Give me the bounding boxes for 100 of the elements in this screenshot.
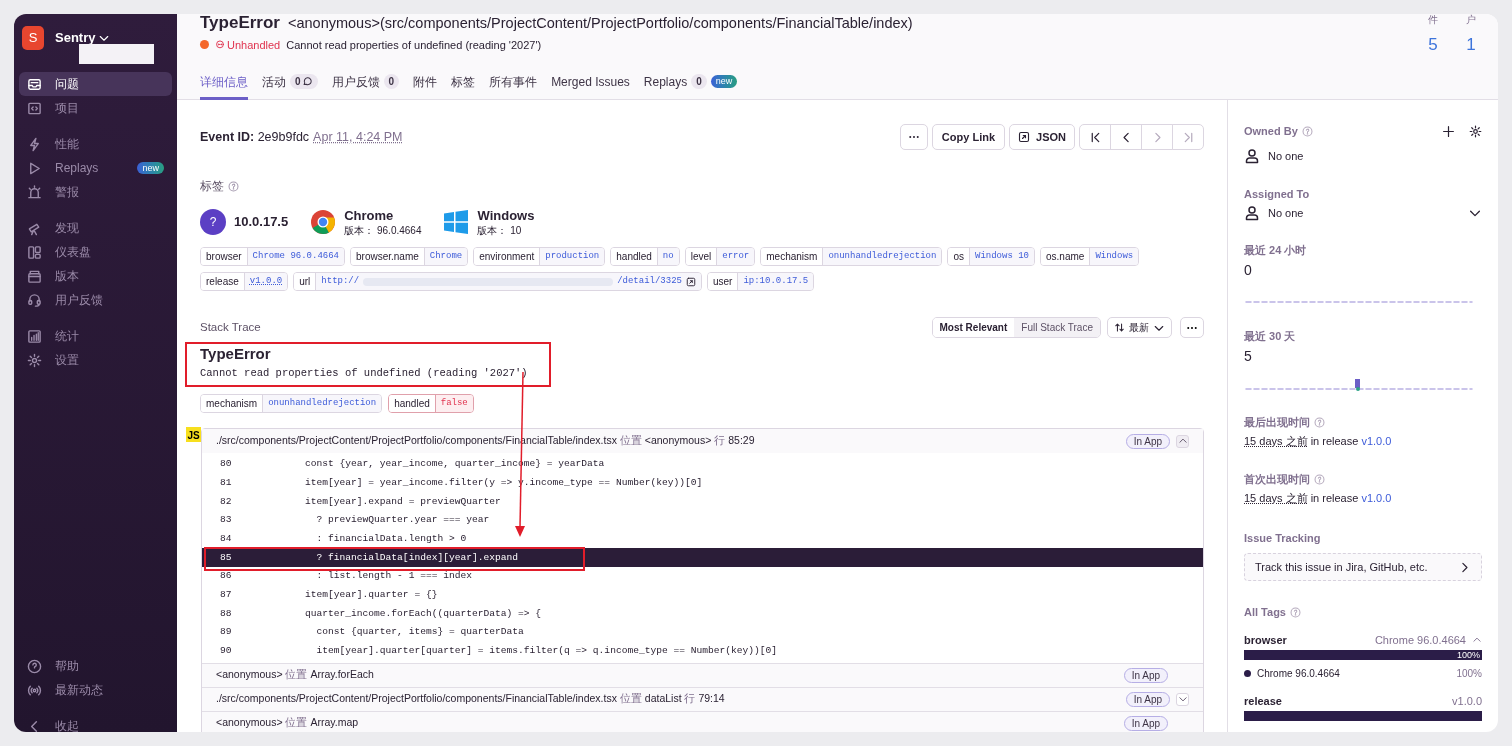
line-number: 80	[219, 457, 233, 472]
siren-icon	[27, 184, 42, 200]
sidebar-item[interactable]: 统计	[19, 324, 172, 348]
tag-value[interactable]: http:// /detail/3325	[315, 273, 701, 291]
tab[interactable]: 所有事件	[489, 70, 538, 100]
sidebar-item[interactable]: 收起	[19, 714, 172, 732]
plus-icon	[1442, 124, 1455, 138]
copy-link-button[interactable]: Copy Link	[931, 124, 1006, 150]
tab[interactable]: 详细信息	[200, 70, 248, 100]
tag-value[interactable]: Chrome 96.0.4664	[246, 248, 344, 266]
code-text: item[year].quarter = {}	[305, 587, 438, 602]
sidebar-item[interactable]: Replays new	[19, 156, 172, 180]
user-icon	[1244, 204, 1260, 221]
count-badge: 0	[691, 74, 707, 89]
code-text: : financialData.length > 0	[315, 531, 467, 546]
expand-toggle[interactable]	[1176, 692, 1189, 706]
expand-toggle[interactable]	[1176, 434, 1189, 448]
gear-icon	[27, 352, 42, 368]
json-button[interactable]: JSON	[1009, 124, 1075, 150]
org-name[interactable]: Sentry	[55, 28, 96, 48]
assignee-value: No one	[1268, 149, 1304, 164]
external-link-icon	[1018, 131, 1031, 143]
line-number: 88	[219, 606, 233, 621]
in-app-badge: In App	[1125, 433, 1170, 449]
stack-frame[interactable]: ./src/components/ProjectContent/ProjectPortfolio/components/FinancialTable/index.tsx 位置 dataList 行 79:14 In App	[202, 686, 1203, 711]
sort-dropdown[interactable]: 最新	[1107, 317, 1172, 339]
more-button[interactable]	[1180, 317, 1204, 339]
settings-icon	[1469, 124, 1482, 138]
sidebar-item[interactable]: 最新动态	[19, 678, 172, 702]
tag-value[interactable]: production	[539, 248, 605, 266]
sidebar-item[interactable]: 性能	[19, 132, 172, 156]
event-id: Event ID: 2e9b9fdc	[200, 128, 310, 146]
tag-value[interactable]: false	[434, 395, 473, 412]
view-toggle[interactable]: Full Stack Trace	[1014, 318, 1100, 338]
tab[interactable]: 活动 0	[262, 70, 318, 100]
new-badge: new	[137, 162, 164, 174]
in-app-badge: In App	[1123, 715, 1168, 731]
frame-title: <anonymous> 位置 Array.forEach	[216, 667, 374, 683]
tag-value[interactable]: Windows	[1089, 248, 1139, 266]
tab[interactable]: 附件	[413, 70, 438, 100]
nav-button[interactable]	[1079, 124, 1111, 150]
org-logo: S	[22, 26, 44, 50]
line-number: 87	[219, 587, 233, 602]
sidebar-item[interactable]: 仪表盘	[19, 240, 172, 264]
sidebar-item[interactable]: 发现	[19, 216, 172, 240]
add-button[interactable]	[1442, 124, 1455, 138]
tag-value[interactable]: onunhandledrejection	[822, 248, 942, 266]
tag-value-name: Chrome 96.0.4664	[1257, 667, 1340, 680]
line-number: 85	[219, 550, 233, 565]
sidebar-item[interactable]: 设置	[19, 348, 172, 372]
sidebar-item[interactable]: 项目	[19, 96, 172, 120]
issue-title: TypeError	[200, 14, 280, 34]
tag-value[interactable]: v1.0.0	[243, 273, 288, 291]
skull-icon	[215, 39, 225, 50]
seen-line: 15 days 之前 in release v1.0.0	[1244, 491, 1393, 505]
tag-value[interactable]: error	[716, 248, 755, 266]
comment-icon	[301, 76, 313, 87]
sidebar-item[interactable]: 警报	[19, 180, 172, 204]
box-icon	[27, 268, 42, 284]
new-badge: new	[710, 75, 738, 88]
user-icon	[1244, 148, 1260, 165]
tag-summary-header[interactable]: browser Chrome 96.0.4664	[1244, 633, 1482, 647]
code-text: quarter_income.forEach((quarterData) => {	[305, 606, 542, 621]
tag-value[interactable]: ip:10.0.17.5	[737, 273, 814, 291]
section-title: 最近 30 天	[1244, 329, 1296, 343]
sidebar-item[interactable]: 问题	[19, 72, 172, 96]
code-text: ? previewQuarter.year === year	[315, 513, 490, 528]
sidebar-item[interactable]: 版本	[19, 264, 172, 288]
line-number: 81	[219, 475, 233, 490]
count-value: 1	[1466, 34, 1476, 56]
issue-tracking-button[interactable]: Track this issue in Jira, GitHub, etc.	[1244, 553, 1482, 581]
tag-value[interactable]: no	[656, 248, 679, 266]
sidebar-item[interactable]: 帮助	[19, 654, 172, 678]
tab[interactable]: Merged Issues	[551, 70, 630, 100]
tag-value[interactable]: Chrome	[423, 248, 468, 266]
help-icon	[1314, 473, 1325, 485]
sidebar-item[interactable]: 用户反馈	[19, 288, 172, 312]
section-title: Owned By	[1244, 124, 1298, 138]
lightning-icon	[27, 136, 42, 152]
line-number: 82	[219, 494, 233, 509]
frame-title: ./src/components/ProjectContent/ProjectPortfolio/components/FinancialTable/index.tsx 位置 dataList 行 79:14	[216, 691, 725, 707]
highlight-title: Windows	[477, 207, 535, 224]
tag-value[interactable]: onunhandledrejection	[262, 395, 382, 412]
stack-frame[interactable]: <anonymous> 位置 Array.forEach In App	[202, 662, 1203, 687]
tab[interactable]: Replays 0 new	[643, 70, 738, 100]
tag-summary-header[interactable]: release v1.0.0	[1244, 694, 1482, 708]
sort-icon	[1114, 322, 1125, 334]
issue-location: <anonymous>(src/components/ProjectContent/ProjectPortfolio/components/FinancialTable/index)	[288, 14, 913, 33]
help-icon	[27, 658, 42, 674]
in-app-badge: In App	[1123, 667, 1168, 683]
assignee-value[interactable]: No one	[1268, 204, 1304, 221]
tag-value-percent: 100%	[1456, 667, 1482, 680]
count-label: 户	[1466, 14, 1476, 26]
stack-frame[interactable]: <anonymous> 位置 Array.map In App	[202, 710, 1203, 732]
tag-value[interactable]: Windows 10	[969, 248, 1034, 266]
tab[interactable]: 标签	[451, 70, 476, 100]
tag-percent: 100%	[1456, 650, 1480, 660]
tab[interactable]: 用户反馈 0	[331, 70, 400, 100]
settings-button[interactable]	[1469, 124, 1482, 138]
section-title: 首次出现时间	[1244, 472, 1310, 486]
